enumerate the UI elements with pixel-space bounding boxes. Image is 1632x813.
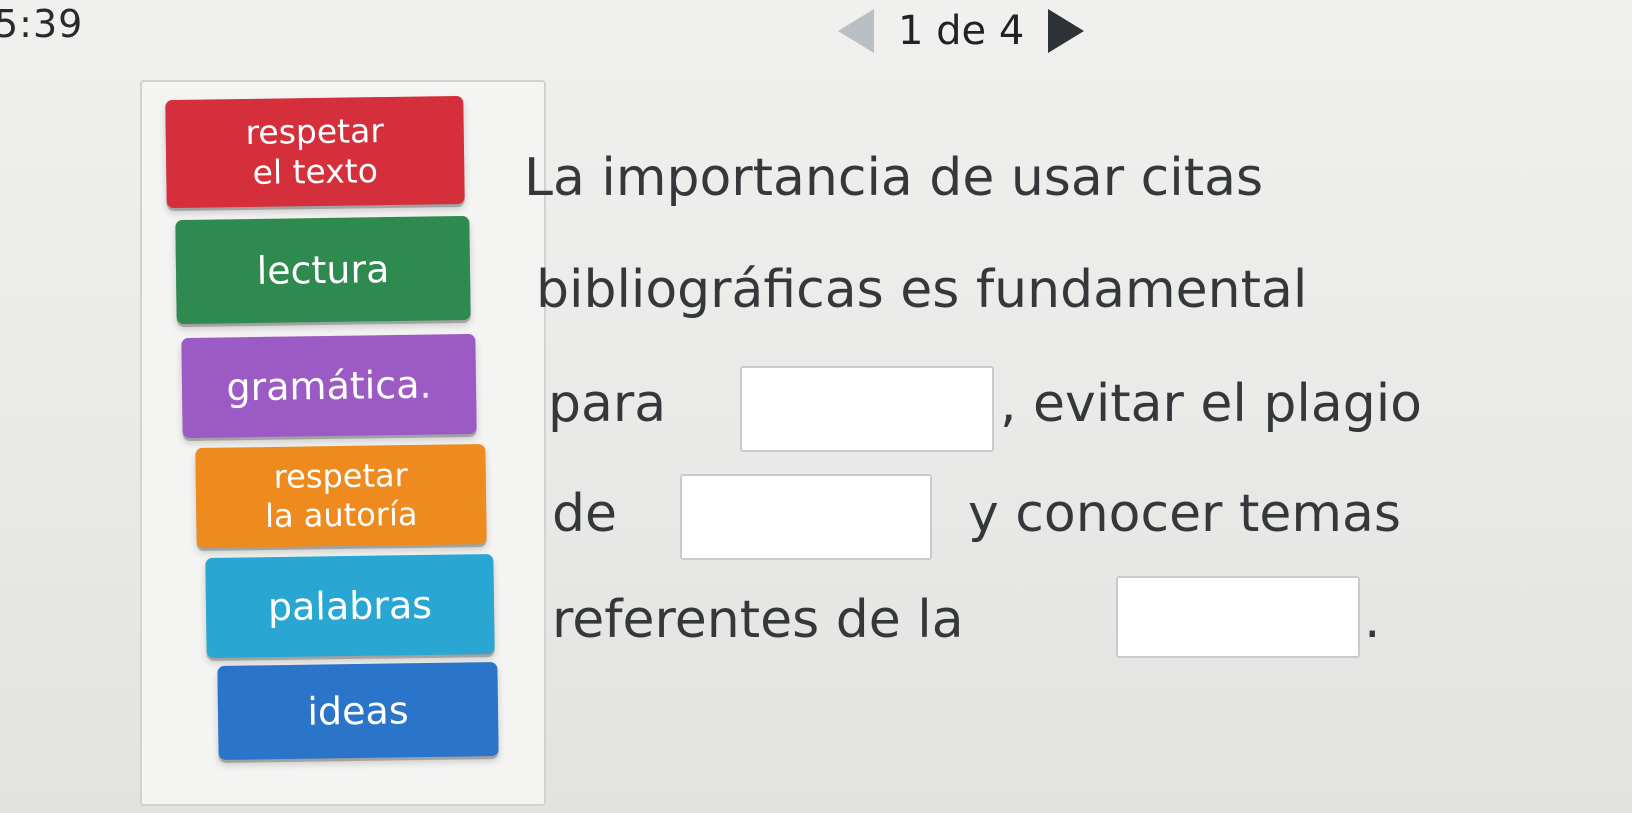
previous-page-icon[interactable] (838, 9, 874, 53)
answer-blank-1[interactable] (740, 366, 994, 452)
sentence-line-4-start: de (552, 484, 617, 544)
word-chip-palabras[interactable]: palabras (205, 553, 495, 659)
sentence-line-2: bibliográficas es fundamental (536, 260, 1308, 320)
sentence-line-5-end: . (1364, 590, 1381, 650)
sentence-line-3-end: , evitar el plagio (1000, 374, 1422, 434)
answer-blank-3[interactable] (1116, 576, 1360, 658)
word-chip-label: ideas (307, 688, 409, 734)
timer-text: 5:39 (0, 2, 84, 46)
word-chip-respetar-el-texto[interactable]: respetar el texto (165, 95, 465, 209)
sentence-line-1: La importancia de usar citas (524, 148, 1264, 208)
word-chip-label: lectura (256, 246, 390, 293)
answer-blank-2[interactable] (680, 474, 932, 560)
next-page-icon[interactable] (1048, 9, 1085, 53)
word-chip-label: respetar la autoría (264, 456, 418, 536)
word-chip-label: respetar el texto (245, 110, 385, 192)
word-chip-label: palabras (267, 582, 433, 629)
word-chip-lectura[interactable]: lectura (175, 215, 471, 325)
pager: 1 de 4 (838, 8, 1085, 54)
sentence-line-4-end: y conocer temas (968, 484, 1401, 544)
word-chip-ideas[interactable]: ideas (217, 662, 499, 760)
screen: 5:39 1 de 4 respetar el texto lectura gr… (0, 0, 1632, 813)
sentence-line-5-start: referentes de la (552, 590, 964, 650)
page-indicator: 1 de 4 (898, 8, 1025, 54)
word-chip-gramatica[interactable]: gramática. (181, 333, 477, 439)
word-chip-label: gramática. (226, 362, 432, 410)
sentence-line-3-start: para (548, 374, 667, 434)
word-chip-respetar-la-autoria[interactable]: respetar la autoría (195, 443, 487, 549)
